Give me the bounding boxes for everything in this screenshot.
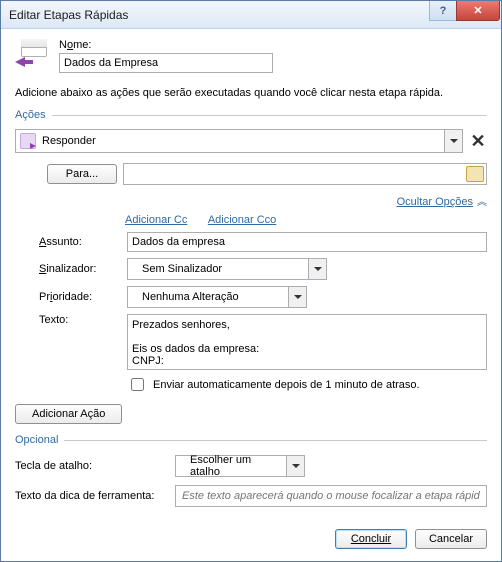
intro-text: Adicione abaixo as ações que serão execu… — [15, 87, 487, 99]
subject-input[interactable] — [127, 232, 487, 252]
subject-label: Assunto: — [39, 236, 117, 248]
ok-button[interactable]: Concluir — [335, 529, 407, 549]
add-action-row: Adicionar Ação — [15, 404, 487, 424]
titlebar: Editar Etapas Rápidas ? ✕ — [1, 1, 501, 29]
help-button[interactable]: ? — [429, 1, 457, 21]
add-cc-link[interactable]: Adicionar Cc — [125, 214, 187, 226]
dialog-footer: Concluir Cancelar — [15, 519, 487, 549]
window-title: Editar Etapas Rápidas — [9, 8, 128, 22]
chevron-up-icon: ︽ — [477, 197, 487, 208]
chevron-down-icon — [444, 130, 462, 152]
optional-legend: Opcional — [15, 434, 64, 446]
hide-options-link[interactable]: Ocultar Opções — [397, 196, 473, 208]
chevron-down-icon — [286, 456, 304, 476]
window-controls: ? ✕ — [430, 1, 501, 21]
tooltip-label: Texto da dica de ferramenta: — [15, 490, 165, 502]
flag-label: Sinalizador: — [39, 263, 117, 275]
recipients-input[interactable] — [123, 163, 487, 185]
cancel-button[interactable]: Cancelar — [415, 529, 487, 549]
auto-send-checkbox[interactable] — [131, 378, 144, 391]
text-label: Texto: — [39, 314, 117, 326]
shortcut-label: Tecla de atalho: — [15, 460, 165, 472]
action-type-value: Responder — [42, 135, 96, 147]
body-textarea[interactable]: Prezados senhores, Eis os dados da empre… — [127, 314, 487, 370]
auto-send-row: Enviar automaticamente depois de 1 minut… — [127, 375, 487, 394]
auto-send-label: Enviar automaticamente depois de 1 minut… — [153, 379, 420, 391]
envelope-reply-icon — [15, 39, 49, 69]
tooltip-input[interactable] — [175, 485, 487, 507]
priority-select[interactable]: Nenhuma Alteração — [127, 286, 307, 308]
cc-links-row: Adicionar Cc Adicionar Cco — [125, 214, 487, 226]
name-field-group: Nome: — [59, 39, 487, 73]
chevron-down-icon — [308, 259, 326, 279]
flag-select[interactable]: Sem Sinalizador — [127, 258, 327, 280]
recipients-row: Para... — [47, 163, 487, 185]
header-row: Nome: — [15, 39, 487, 73]
hide-options-row: Ocultar Opções ︽ — [15, 193, 487, 208]
add-action-button[interactable]: Adicionar Ação — [15, 404, 122, 424]
optional-grid: Tecla de atalho: Escolher um atalho Text… — [15, 454, 487, 507]
dialog-content: Nome: Adicione abaixo as ações que serão… — [1, 29, 501, 561]
help-icon: ? — [440, 5, 447, 17]
para-button[interactable]: Para... — [47, 164, 117, 184]
actions-legend: Ações — [15, 109, 52, 121]
flag-value: Sem Sinalizador — [142, 263, 222, 275]
close-icon: ✕ — [473, 4, 482, 17]
optional-section: Opcional Tecla de atalho: Escolher um at… — [15, 434, 487, 507]
shortcut-select[interactable]: Escolher um atalho — [175, 455, 305, 477]
address-book-icon[interactable] — [466, 166, 484, 182]
name-label: Nome: — [59, 39, 487, 51]
add-cco-link[interactable]: Adicionar Cco — [208, 214, 276, 226]
chevron-down-icon — [288, 287, 306, 307]
shortcut-value: Escolher um atalho — [190, 454, 282, 478]
dialog-window: Editar Etapas Rápidas ? ✕ Nome: Adicione… — [0, 0, 502, 562]
name-input[interactable] — [59, 53, 273, 73]
priority-label: Prioridade: — [39, 291, 117, 303]
actions-section: Ações Responder ✕ Para... Ocultar Opções… — [15, 109, 487, 424]
remove-action-button[interactable]: ✕ — [469, 132, 487, 150]
action-fields-grid: Assunto: Sinalizador: Sem Sinalizador Pr… — [39, 232, 487, 394]
action-type-row: Responder ✕ — [15, 129, 487, 153]
text-cell: Prezados senhores, Eis os dados da empre… — [127, 314, 487, 394]
action-type-select[interactable]: Responder — [15, 129, 463, 153]
priority-value: Nenhuma Alteração — [142, 291, 239, 303]
reply-icon — [20, 133, 36, 149]
close-button[interactable]: ✕ — [456, 1, 500, 21]
